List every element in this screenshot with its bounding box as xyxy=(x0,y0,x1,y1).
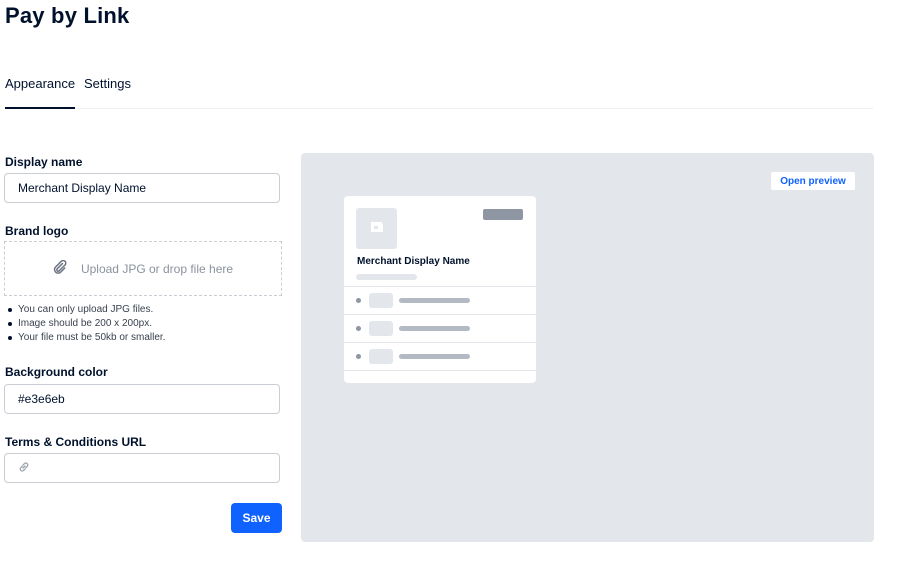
upload-text: Upload JPG or drop file here xyxy=(80,261,234,276)
preview-merchant-name: Merchant Display Name xyxy=(357,256,470,267)
open-preview-button[interactable]: Open preview xyxy=(771,172,855,190)
background-color-input[interactable]: #e3e6eb xyxy=(4,384,280,414)
logo-placeholder-icon xyxy=(369,218,385,239)
hint-item: Your file must be 50kb or smaller. xyxy=(8,331,165,345)
preview-card: Merchant Display Name xyxy=(344,196,536,383)
link-icon xyxy=(18,461,30,476)
preview-row xyxy=(344,342,536,371)
page-title: Pay by Link xyxy=(5,3,130,28)
tab-bar: Appearance Settings xyxy=(5,72,873,109)
background-color-value: #e3e6eb xyxy=(18,392,65,406)
preview-row xyxy=(344,286,536,315)
preview-subtitle-bar xyxy=(356,274,417,280)
display-name-value: Merchant Display Name xyxy=(18,181,147,195)
upload-hints: You can only upload JPG files. Image sho… xyxy=(8,303,165,345)
hint-item: You can only upload JPG files. xyxy=(8,303,165,317)
save-button[interactable]: Save xyxy=(231,503,282,533)
preview-row-divider xyxy=(344,370,536,383)
hint-item: Image should be 200 x 200px. xyxy=(8,317,165,331)
logo-upload-dropzone[interactable]: Upload JPG or drop file here xyxy=(4,241,282,296)
tab-appearance[interactable]: Appearance xyxy=(5,76,76,109)
terms-url-label: Terms & Conditions URL xyxy=(5,435,147,449)
background-color-label: Background color xyxy=(5,365,108,379)
brand-logo-label: Brand logo xyxy=(5,224,69,238)
preview-row xyxy=(344,314,536,343)
merchant-logo-placeholder xyxy=(356,208,397,249)
tab-settings[interactable]: Settings xyxy=(84,76,131,107)
preview-header-pill xyxy=(483,209,523,220)
display-name-label: Display name xyxy=(5,155,83,169)
paperclip-icon xyxy=(53,259,81,277)
display-name-input[interactable]: Merchant Display Name xyxy=(4,173,280,203)
terms-url-input[interactable] xyxy=(4,453,280,483)
